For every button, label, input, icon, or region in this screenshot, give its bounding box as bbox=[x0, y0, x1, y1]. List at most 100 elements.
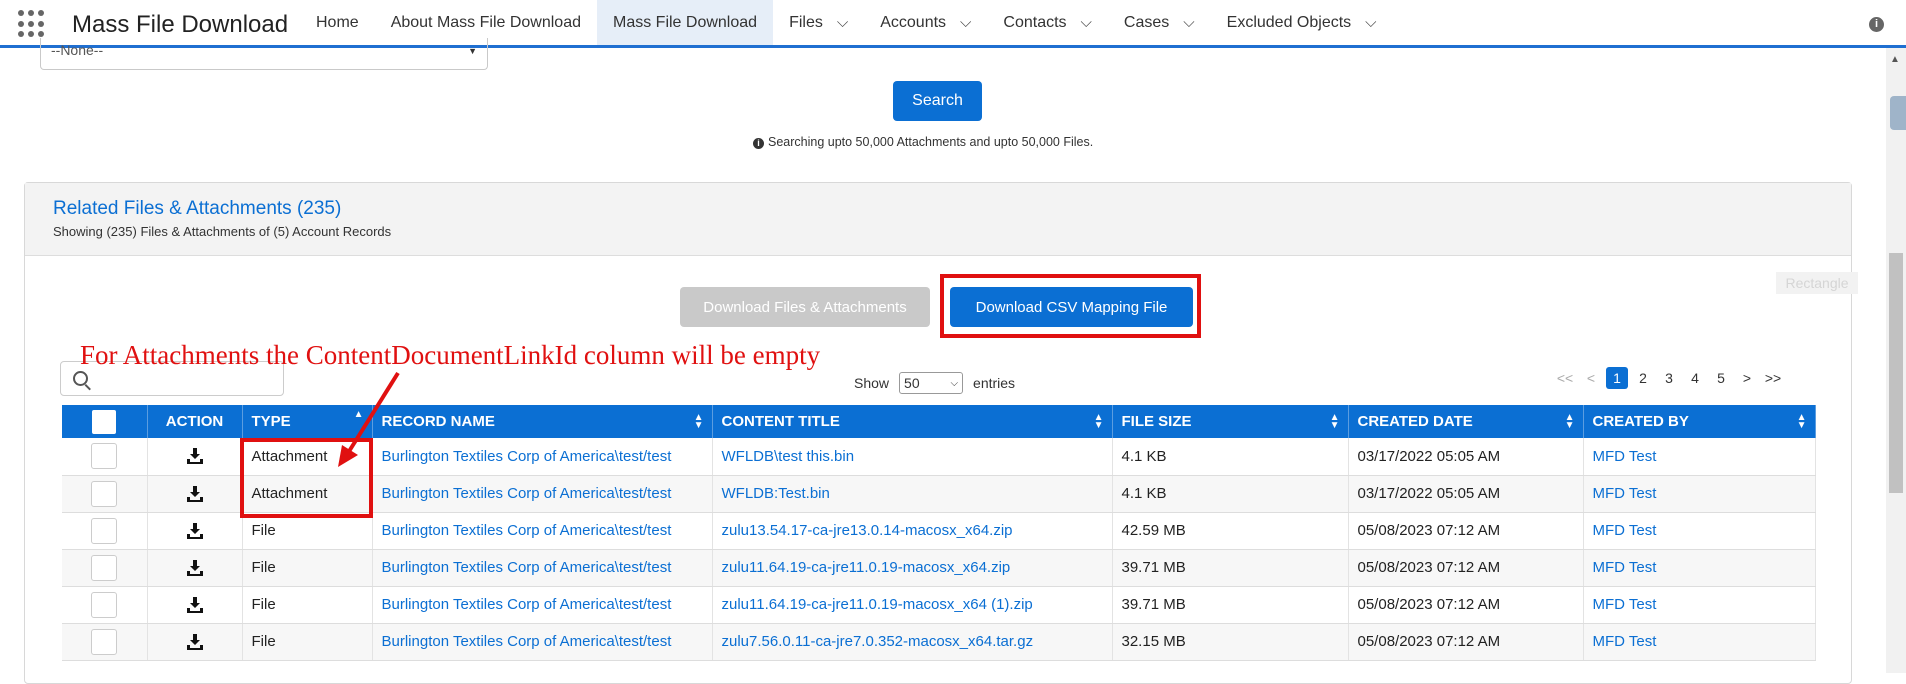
created-by-link[interactable]: MFD Test bbox=[1583, 512, 1816, 550]
nav-item-files[interactable]: Files ⌵ bbox=[773, 0, 864, 45]
pager-item[interactable]: 4 bbox=[1684, 370, 1706, 386]
created-date-cell: 05/08/2023 07:12 AM bbox=[1348, 586, 1584, 624]
pager-item[interactable]: > bbox=[1736, 370, 1758, 386]
show-label: Show bbox=[854, 375, 890, 391]
created-by-link[interactable]: MFD Test bbox=[1583, 438, 1816, 476]
nav-item-mass-file-download[interactable]: Mass File Download bbox=[597, 0, 774, 45]
type-cell: File bbox=[242, 623, 373, 661]
column-header[interactable]: FILE SIZE ▲ ▼ bbox=[1112, 405, 1349, 438]
sort-icon[interactable]: ▲ ▼ bbox=[694, 413, 704, 431]
search-button[interactable]: Search bbox=[893, 81, 982, 121]
app-launcher-icon[interactable] bbox=[18, 10, 46, 38]
row-checkbox[interactable] bbox=[91, 554, 118, 581]
page-size-control: Show 50 ⌵ entries bbox=[854, 372, 1015, 394]
annotation-text: For Attachments the ContentDocumentLinkI… bbox=[80, 340, 821, 370]
sort-icon[interactable]: ▲ ▼ bbox=[1094, 413, 1104, 431]
created-date-cell: 05/08/2023 07:12 AM bbox=[1348, 549, 1584, 587]
content-title-link[interactable]: zulu13.54.17-ca-jre13.0.14-macosx_x64.zi… bbox=[712, 512, 1113, 550]
pager-item[interactable]: >> bbox=[1762, 370, 1784, 386]
created-by-link[interactable]: MFD Test bbox=[1583, 586, 1816, 624]
row-select-cell bbox=[62, 549, 148, 587]
record-name-link[interactable]: Burlington Textiles Corp of America\test… bbox=[372, 512, 713, 550]
chevron-down-icon[interactable]: ⌵ bbox=[1183, 14, 1194, 31]
sort-icon[interactable]: ▲ ▼ bbox=[1565, 413, 1575, 431]
filter-select-value: --None-- bbox=[51, 42, 104, 58]
column-header[interactable]: CREATED DATE ▲ ▼ bbox=[1348, 405, 1584, 438]
pager-item[interactable]: 3 bbox=[1658, 370, 1680, 386]
record-name-link[interactable]: Burlington Textiles Corp of America\test… bbox=[372, 438, 713, 476]
nav-item-excluded-objects[interactable]: Excluded Objects ⌵ bbox=[1211, 0, 1393, 45]
record-name-link[interactable]: Burlington Textiles Corp of America\test… bbox=[372, 549, 713, 587]
created-by-link[interactable]: MFD Test bbox=[1583, 549, 1816, 587]
download-icon[interactable] bbox=[147, 512, 243, 550]
nav-item-label: Excluded Objects bbox=[1226, 13, 1352, 31]
search-note: i Searching upto 50,000 Attachments and u… bbox=[753, 135, 1093, 149]
created-by-link[interactable]: MFD Test bbox=[1583, 623, 1816, 661]
content-title-link[interactable]: WFLDB:Test.bin bbox=[712, 475, 1113, 513]
download-files-button[interactable]: Download Files & Attachments bbox=[680, 287, 930, 327]
record-name-link[interactable]: Burlington Textiles Corp of America\test… bbox=[372, 623, 713, 661]
column-header[interactable]: CONTENT TITLE ▲ ▼ bbox=[712, 405, 1113, 438]
download-icon[interactable] bbox=[147, 586, 243, 624]
row-checkbox[interactable] bbox=[91, 517, 118, 544]
file-size-cell: 42.59 MB bbox=[1112, 512, 1349, 550]
download-icon[interactable] bbox=[147, 438, 243, 476]
search-icon bbox=[73, 371, 88, 386]
content-title-link[interactable]: WFLDB\test this.bin bbox=[712, 438, 1113, 476]
card-title: Related Files & Attachments (235) bbox=[53, 198, 342, 219]
nav-item-accounts[interactable]: Accounts ⌵ bbox=[864, 0, 987, 45]
column-header[interactable]: RECORD NAME ▲ ▼ bbox=[372, 405, 713, 438]
created-by-link[interactable]: MFD Test bbox=[1583, 475, 1816, 513]
sort-icon[interactable]: ▲ ▼ bbox=[1797, 413, 1807, 431]
row-checkbox[interactable] bbox=[91, 443, 118, 470]
sort-icon[interactable]: ▲ ▼ bbox=[1330, 413, 1340, 431]
filter-select[interactable]: --None-- ▼ bbox=[40, 38, 488, 70]
row-checkbox[interactable] bbox=[91, 628, 118, 655]
search-note-text: Searching upto 50,000 Attachments and up… bbox=[768, 135, 1094, 149]
download-icon[interactable] bbox=[147, 623, 243, 661]
column-header[interactable]: ACTION bbox=[147, 405, 243, 438]
chevron-down-icon[interactable]: ⌵ bbox=[1081, 14, 1092, 31]
info-icon[interactable]: i bbox=[1869, 17, 1884, 32]
content-title-link[interactable]: zulu11.64.19-ca-jre11.0.19-macosx_x64.zi… bbox=[712, 549, 1113, 587]
pager-item[interactable]: 2 bbox=[1632, 370, 1654, 386]
pagination: << <1 2 3 4 5 > >> bbox=[1552, 367, 1786, 389]
content-title-link[interactable]: zulu11.64.19-ca-jre11.0.19-macosx_x64 (1… bbox=[712, 586, 1113, 624]
nav-item-cases[interactable]: Cases ⌵ bbox=[1108, 0, 1211, 45]
entries-label: entries bbox=[973, 375, 1016, 391]
annotation-arrow bbox=[338, 371, 400, 467]
table-row: File Burlington Textiles Corp of America\… bbox=[62, 549, 1816, 587]
download-icon[interactable] bbox=[147, 549, 243, 587]
type-cell: File bbox=[242, 549, 373, 587]
pager-item[interactable]: 5 bbox=[1710, 370, 1732, 386]
nav-item-label: Files bbox=[789, 13, 823, 31]
row-checkbox[interactable] bbox=[91, 480, 118, 507]
chevron-down-icon[interactable]: ⌵ bbox=[1365, 14, 1376, 31]
chevron-down-icon[interactable]: ⌵ bbox=[960, 14, 971, 31]
row-checkbox[interactable] bbox=[91, 591, 118, 618]
chevron-down-icon[interactable]: ⌵ bbox=[837, 14, 848, 31]
nav-item-contacts[interactable]: Contacts ⌵ bbox=[987, 0, 1108, 45]
vertical-scrollbar[interactable]: ▲ bbox=[1886, 48, 1906, 673]
scroll-up-icon[interactable]: ▲ bbox=[1890, 54, 1900, 65]
chevron-down-icon: ▼ bbox=[468, 46, 477, 56]
pager-item[interactable]: < bbox=[1580, 370, 1602, 386]
select-all-checkbox[interactable] bbox=[92, 409, 117, 434]
scrollbar-thumb[interactable] bbox=[1889, 253, 1903, 493]
content-title-link[interactable]: zulu7.56.0.11-ca-jre7.0.352-macosx_x64.t… bbox=[712, 623, 1113, 661]
record-name-link[interactable]: Burlington Textiles Corp of America\test… bbox=[372, 586, 713, 624]
card-subtitle: Showing (235) Files & Attachments of (5)… bbox=[53, 224, 392, 239]
side-panel-tab[interactable] bbox=[1890, 96, 1906, 130]
column-header[interactable]: CREATED BY ▲ ▼ bbox=[1583, 405, 1816, 438]
csv-button-highlight bbox=[940, 274, 1201, 338]
created-date-cell: 03/17/2022 05:05 AM bbox=[1348, 438, 1584, 476]
nav-item-label: Accounts bbox=[880, 13, 947, 31]
download-icon[interactable] bbox=[147, 475, 243, 513]
chevron-down-icon: ⌵ bbox=[950, 377, 959, 389]
pager-item[interactable]: << bbox=[1554, 370, 1576, 386]
app-title: Mass File Download bbox=[72, 11, 289, 38]
page-size-select[interactable]: 50 ⌵ bbox=[899, 372, 964, 394]
record-name-link[interactable]: Burlington Textiles Corp of America\test… bbox=[372, 475, 713, 513]
file-size-cell: 39.71 MB bbox=[1112, 549, 1349, 587]
pager-item[interactable]: 1 bbox=[1606, 367, 1628, 389]
